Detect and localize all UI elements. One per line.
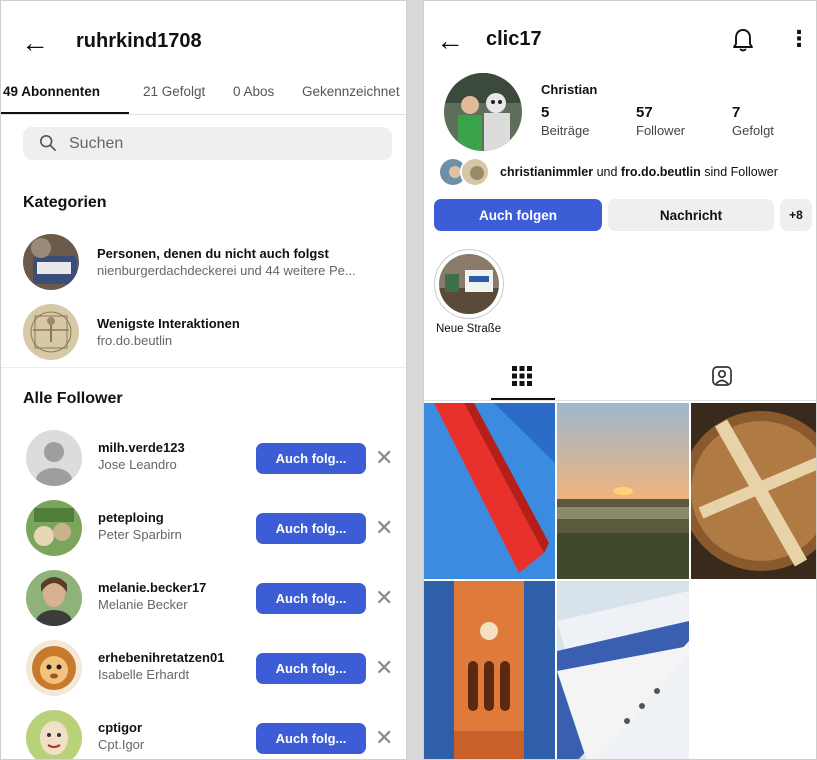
follow-back-button[interactable]: Auch folg... (256, 443, 366, 474)
page-title: ruhrkind1708 (76, 30, 202, 52)
mutual-followers-text: christianimmler und fro.do.beutlin sind … (500, 165, 778, 179)
follower-row[interactable]: cptigor Cpt.Igor Auch folg... ✕ (23, 710, 395, 759)
tab-gefolgt[interactable]: 21 Gefolgt (143, 84, 205, 99)
profile-avatar[interactable] (444, 73, 522, 151)
follower-username: milh.verde123 (98, 440, 185, 455)
post-thumbnail[interactable] (424, 403, 555, 579)
post-thumbnail[interactable] (557, 581, 689, 759)
mutual-followers[interactable]: christianimmler und fro.do.beutlin sind … (438, 157, 808, 189)
remove-close-icon[interactable]: ✕ (375, 513, 393, 543)
category-least-interactions[interactable]: Wenigste Interaktionen fro.do.beutlin (23, 304, 393, 360)
category-title: Wenigste Interaktionen (97, 316, 240, 331)
stat-value: 5 (541, 104, 550, 121)
follower-username: erhebenihretatzen01 (98, 650, 225, 665)
follow-back-button[interactable]: Auch folg... (256, 723, 366, 754)
avatar (26, 640, 82, 696)
followers-header: ← ruhrkind1708 (1, 1, 406, 71)
tagged-icon[interactable] (711, 365, 733, 387)
category-title: Personen, denen du nicht auch folgst (97, 246, 329, 261)
follower-row[interactable]: melanie.becker17 Melanie Becker Auch fol… (23, 570, 395, 630)
back-arrow-icon[interactable]: ← (436, 27, 464, 55)
bell-icon[interactable] (732, 27, 754, 53)
stat-label: Beiträge (541, 123, 590, 138)
post-thumbnail[interactable] (691, 403, 816, 579)
remove-close-icon[interactable]: ✕ (375, 723, 393, 753)
profile-panel: ← clic17 ⋮ Christian 5 Beiträge 57 Follo… (423, 0, 817, 760)
search-input[interactable] (69, 127, 369, 160)
follower-username: cptigor (98, 720, 143, 735)
stat-following[interactable]: 7 Gefolgt (732, 104, 774, 138)
mutual-user-1[interactable]: christianimmler (500, 165, 593, 179)
grid-icon[interactable] (512, 366, 532, 386)
message-button[interactable]: Nachricht (608, 199, 774, 231)
stat-posts[interactable]: 5 Beiträge (541, 104, 589, 138)
category-not-following-back[interactable]: Personen, denen du nicht auch folgst nie… (23, 234, 393, 290)
stat-label: Follower (636, 123, 686, 138)
tab-abonnenten[interactable]: 49 Abonnenten (3, 84, 100, 99)
post-thumbnail[interactable] (424, 581, 555, 759)
follower-name: Jose Leandro (98, 457, 177, 472)
add-person-icon[interactable]: +8 (780, 199, 812, 231)
category-subtitle: fro.do.beutlin (97, 333, 173, 348)
highlight-thumbnail (439, 254, 499, 314)
avatar (26, 710, 82, 759)
mutual-connector: und (593, 165, 621, 179)
highlight-label: Neue Straße (436, 323, 502, 335)
follow-back-button[interactable]: Auch folg... (256, 513, 366, 544)
post-thumbnail[interactable] (557, 403, 689, 579)
all-followers-heading: Alle Follower (23, 390, 123, 407)
mutual-avatar (460, 157, 490, 187)
mutual-suffix: sind Follower (700, 165, 778, 179)
tab-gekennzeichnet[interactable]: Gekennzeichnet (302, 84, 400, 99)
category-subtitle: nienburgerdachdeckerei und 44 weitere Pe… (97, 263, 356, 278)
profile-username: clic17 (486, 28, 542, 50)
stat-followers[interactable]: 57 Follower (636, 104, 685, 138)
follower-username: melanie.becker17 (98, 580, 207, 595)
search-icon (39, 134, 57, 152)
avatar (26, 570, 82, 626)
search-bar[interactable] (23, 127, 392, 160)
mutual-user-2[interactable]: fro.do.beutlin (621, 165, 701, 179)
follow-back-button[interactable]: Auch folg... (256, 583, 366, 614)
follow-button[interactable]: Auch folgen (434, 199, 602, 231)
categories-heading: Kategorien (23, 194, 107, 211)
active-tab-indicator (491, 398, 555, 400)
remove-close-icon[interactable]: ✕ (375, 583, 393, 613)
stat-value: 7 (732, 104, 741, 121)
stat-label: Gefolgt (732, 123, 774, 138)
avatar (26, 500, 82, 556)
follower-name: Isabelle Erhardt (98, 667, 190, 682)
follower-username: peteploing (98, 510, 164, 525)
category-avatar (23, 304, 79, 360)
more-options-icon[interactable]: ⋮ (788, 28, 810, 50)
follower-row[interactable]: milh.verde123 Jose Leandro Auch folg... … (23, 430, 395, 490)
display-name: Christian (541, 82, 598, 97)
active-tab-indicator (1, 112, 129, 114)
follow-back-button[interactable]: Auch folg... (256, 653, 366, 684)
tab-abos[interactable]: 0 Abos (233, 84, 274, 99)
divider (1, 367, 406, 368)
avatar (26, 430, 82, 486)
story-highlight[interactable] (434, 249, 504, 319)
follower-tabs: 49 Abonnenten 21 Gefolgt 0 Abos Gekennze… (1, 79, 406, 115)
remove-close-icon[interactable]: ✕ (375, 653, 393, 683)
follower-row[interactable]: erhebenihretatzen01 Isabelle Erhardt Auc… (23, 640, 395, 700)
follower-name: Melanie Becker (98, 597, 188, 612)
stat-value: 57 (636, 104, 653, 121)
remove-close-icon[interactable]: ✕ (375, 443, 393, 473)
back-arrow-icon[interactable]: ← (21, 29, 49, 57)
follower-name: Peter Sparbirn (98, 527, 182, 542)
follower-name: Cpt.Igor (98, 737, 145, 752)
followers-panel: ← ruhrkind1708 49 Abonnenten 21 Gefolgt … (0, 0, 407, 760)
follower-row[interactable]: peteploing Peter Sparbirn Auch folg... ✕ (23, 500, 395, 560)
profile-tabs (424, 353, 816, 401)
category-avatar (23, 234, 79, 290)
